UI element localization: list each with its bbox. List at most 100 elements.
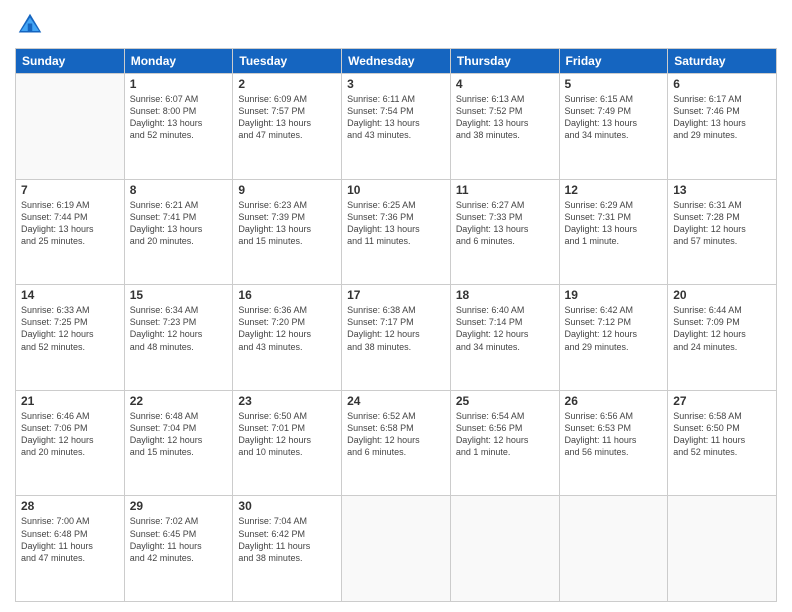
- calendar-cell: [559, 496, 668, 602]
- day-number: 26: [565, 394, 663, 408]
- calendar-cell: 5 Sunrise: 6:15 AM Sunset: 7:49 PM Daylig…: [559, 74, 668, 180]
- day-number: 19: [565, 288, 663, 302]
- day-number: 5: [565, 77, 663, 91]
- day-number: 23: [238, 394, 336, 408]
- calendar-day-header-friday: Friday: [559, 49, 668, 74]
- calendar-cell: 25 Sunrise: 6:54 AM Sunset: 6:56 PM Dayli…: [450, 390, 559, 496]
- calendar-week-row-4: 28 Sunrise: 7:00 AM Sunset: 6:48 PM Dayli…: [16, 496, 777, 602]
- calendar-week-row-2: 14Sunrise: 6:33 AM Sunset: 7:25 PM Dayli…: [16, 285, 777, 391]
- calendar-cell: 12 Sunrise: 6:29 AM Sunset: 7:31 PM Dayli…: [559, 179, 668, 285]
- day-info: Sunrise: 6:23 AM Sunset: 7:39 PM Dayligh…: [238, 199, 336, 248]
- calendar-table: SundayMondayTuesdayWednesdayThursdayFrid…: [15, 48, 777, 602]
- calendar-cell: 28 Sunrise: 7:00 AM Sunset: 6:48 PM Dayli…: [16, 496, 125, 602]
- day-number: 1: [130, 77, 228, 91]
- calendar-cell: 14Sunrise: 6:33 AM Sunset: 7:25 PM Dayli…: [16, 285, 125, 391]
- day-number: 16: [238, 288, 336, 302]
- calendar-cell: 30 Sunrise: 7:04 AM Sunset: 6:42 PM Dayli…: [233, 496, 342, 602]
- day-info: Sunrise: 6:11 AM Sunset: 7:54 PM Dayligh…: [347, 93, 445, 142]
- day-info: Sunrise: 6:31 AM Sunset: 7:28 PM Dayligh…: [673, 199, 771, 248]
- day-number: 20: [673, 288, 771, 302]
- calendar-day-header-tuesday: Tuesday: [233, 49, 342, 74]
- header: [15, 10, 777, 40]
- day-number: 18: [456, 288, 554, 302]
- day-info: Sunrise: 6:29 AM Sunset: 7:31 PM Dayligh…: [565, 199, 663, 248]
- calendar-week-row-0: 1 Sunrise: 6:07 AM Sunset: 8:00 PM Daylig…: [16, 74, 777, 180]
- calendar-cell: [342, 496, 451, 602]
- calendar-cell: 15 Sunrise: 6:34 AM Sunset: 7:23 PM Dayli…: [124, 285, 233, 391]
- day-info: Sunrise: 6:40 AM Sunset: 7:14 PM Dayligh…: [456, 304, 554, 353]
- day-info: Sunrise: 7:04 AM Sunset: 6:42 PM Dayligh…: [238, 515, 336, 564]
- day-info: Sunrise: 6:17 AM Sunset: 7:46 PM Dayligh…: [673, 93, 771, 142]
- calendar-cell: 11 Sunrise: 6:27 AM Sunset: 7:33 PM Dayli…: [450, 179, 559, 285]
- calendar-cell: 9Sunrise: 6:23 AM Sunset: 7:39 PM Daylig…: [233, 179, 342, 285]
- calendar-day-header-thursday: Thursday: [450, 49, 559, 74]
- day-info: Sunrise: 6:07 AM Sunset: 8:00 PM Dayligh…: [130, 93, 228, 142]
- calendar-cell: [668, 496, 777, 602]
- day-info: Sunrise: 6:50 AM Sunset: 7:01 PM Dayligh…: [238, 410, 336, 459]
- day-number: 25: [456, 394, 554, 408]
- day-number: 28: [21, 499, 119, 513]
- day-number: 17: [347, 288, 445, 302]
- day-number: 24: [347, 394, 445, 408]
- calendar-cell: 24Sunrise: 6:52 AM Sunset: 6:58 PM Dayli…: [342, 390, 451, 496]
- day-info: Sunrise: 6:19 AM Sunset: 7:44 PM Dayligh…: [21, 199, 119, 248]
- day-info: Sunrise: 6:25 AM Sunset: 7:36 PM Dayligh…: [347, 199, 445, 248]
- day-info: Sunrise: 6:34 AM Sunset: 7:23 PM Dayligh…: [130, 304, 228, 353]
- calendar-cell: 19Sunrise: 6:42 AM Sunset: 7:12 PM Dayli…: [559, 285, 668, 391]
- day-number: 30: [238, 499, 336, 513]
- day-info: Sunrise: 7:00 AM Sunset: 6:48 PM Dayligh…: [21, 515, 119, 564]
- day-number: 10: [347, 183, 445, 197]
- calendar-cell: 26 Sunrise: 6:56 AM Sunset: 6:53 PM Dayli…: [559, 390, 668, 496]
- calendar-cell: 18 Sunrise: 6:40 AM Sunset: 7:14 PM Dayli…: [450, 285, 559, 391]
- day-number: 29: [130, 499, 228, 513]
- logo-icon: [15, 10, 45, 40]
- day-info: Sunrise: 6:48 AM Sunset: 7:04 PM Dayligh…: [130, 410, 228, 459]
- calendar-header-row: SundayMondayTuesdayWednesdayThursdayFrid…: [16, 49, 777, 74]
- day-number: 2: [238, 77, 336, 91]
- calendar-week-row-1: 7 Sunrise: 6:19 AM Sunset: 7:44 PM Daylig…: [16, 179, 777, 285]
- day-info: Sunrise: 6:13 AM Sunset: 7:52 PM Dayligh…: [456, 93, 554, 142]
- calendar-cell: 6Sunrise: 6:17 AM Sunset: 7:46 PM Daylig…: [668, 74, 777, 180]
- day-info: Sunrise: 6:46 AM Sunset: 7:06 PM Dayligh…: [21, 410, 119, 459]
- calendar-day-header-wednesday: Wednesday: [342, 49, 451, 74]
- calendar-cell: [450, 496, 559, 602]
- day-info: Sunrise: 6:44 AM Sunset: 7:09 PM Dayligh…: [673, 304, 771, 353]
- calendar-cell: 27 Sunrise: 6:58 AM Sunset: 6:50 PM Dayli…: [668, 390, 777, 496]
- day-number: 13: [673, 183, 771, 197]
- calendar-cell: 22Sunrise: 6:48 AM Sunset: 7:04 PM Dayli…: [124, 390, 233, 496]
- day-number: 14: [21, 288, 119, 302]
- calendar-cell: 3 Sunrise: 6:11 AM Sunset: 7:54 PM Daylig…: [342, 74, 451, 180]
- calendar-cell: 23 Sunrise: 6:50 AM Sunset: 7:01 PM Dayli…: [233, 390, 342, 496]
- calendar-cell: 21Sunrise: 6:46 AM Sunset: 7:06 PM Dayli…: [16, 390, 125, 496]
- calendar-day-header-sunday: Sunday: [16, 49, 125, 74]
- day-info: Sunrise: 6:27 AM Sunset: 7:33 PM Dayligh…: [456, 199, 554, 248]
- day-number: 12: [565, 183, 663, 197]
- page: SundayMondayTuesdayWednesdayThursdayFrid…: [0, 0, 792, 612]
- day-number: 27: [673, 394, 771, 408]
- calendar-cell: 29 Sunrise: 7:02 AM Sunset: 6:45 PM Dayli…: [124, 496, 233, 602]
- day-number: 11: [456, 183, 554, 197]
- day-number: 8: [130, 183, 228, 197]
- calendar-day-header-saturday: Saturday: [668, 49, 777, 74]
- day-info: Sunrise: 6:58 AM Sunset: 6:50 PM Dayligh…: [673, 410, 771, 459]
- day-info: Sunrise: 6:15 AM Sunset: 7:49 PM Dayligh…: [565, 93, 663, 142]
- logo: [15, 10, 49, 40]
- calendar-cell: 8 Sunrise: 6:21 AM Sunset: 7:41 PM Daylig…: [124, 179, 233, 285]
- day-info: Sunrise: 7:02 AM Sunset: 6:45 PM Dayligh…: [130, 515, 228, 564]
- calendar-cell: 20 Sunrise: 6:44 AM Sunset: 7:09 PM Dayli…: [668, 285, 777, 391]
- calendar-cell: 2 Sunrise: 6:09 AM Sunset: 7:57 PM Daylig…: [233, 74, 342, 180]
- calendar-cell: [16, 74, 125, 180]
- day-number: 3: [347, 77, 445, 91]
- day-number: 7: [21, 183, 119, 197]
- day-info: Sunrise: 6:54 AM Sunset: 6:56 PM Dayligh…: [456, 410, 554, 459]
- day-info: Sunrise: 6:09 AM Sunset: 7:57 PM Dayligh…: [238, 93, 336, 142]
- day-info: Sunrise: 6:36 AM Sunset: 7:20 PM Dayligh…: [238, 304, 336, 353]
- day-info: Sunrise: 6:21 AM Sunset: 7:41 PM Dayligh…: [130, 199, 228, 248]
- day-number: 15: [130, 288, 228, 302]
- calendar-cell: 1 Sunrise: 6:07 AM Sunset: 8:00 PM Daylig…: [124, 74, 233, 180]
- calendar-cell: 17Sunrise: 6:38 AM Sunset: 7:17 PM Dayli…: [342, 285, 451, 391]
- calendar-cell: 16 Sunrise: 6:36 AM Sunset: 7:20 PM Dayli…: [233, 285, 342, 391]
- calendar-week-row-3: 21Sunrise: 6:46 AM Sunset: 7:06 PM Dayli…: [16, 390, 777, 496]
- day-info: Sunrise: 6:56 AM Sunset: 6:53 PM Dayligh…: [565, 410, 663, 459]
- calendar-cell: 7 Sunrise: 6:19 AM Sunset: 7:44 PM Daylig…: [16, 179, 125, 285]
